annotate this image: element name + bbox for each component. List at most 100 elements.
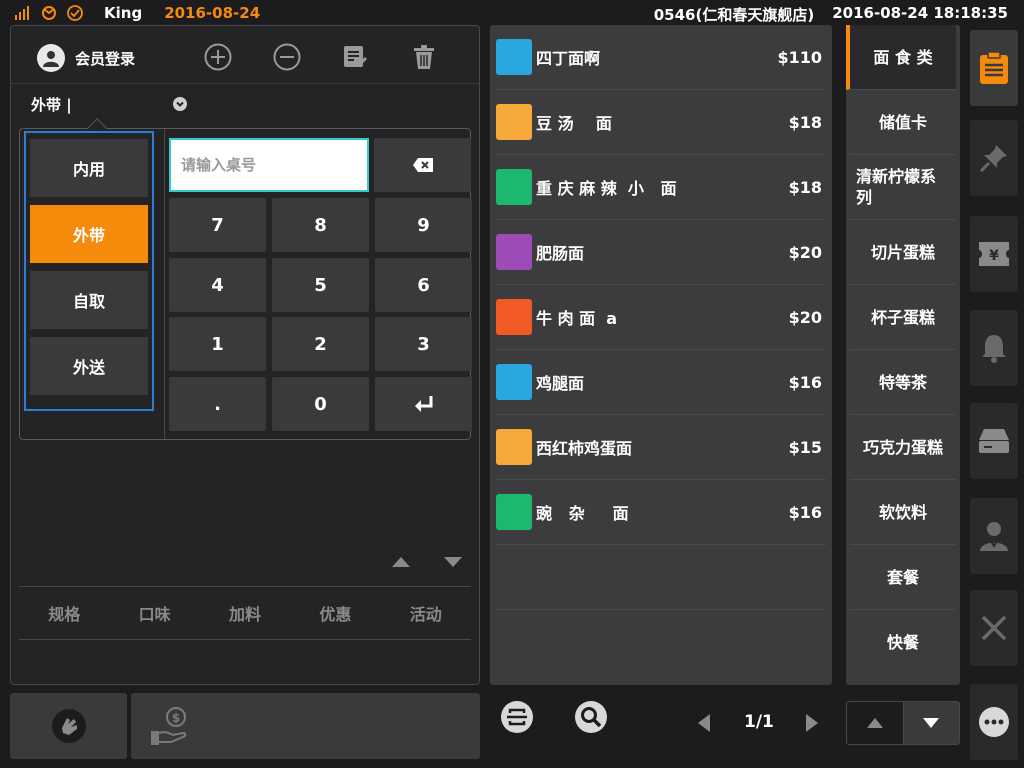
store-name: 0546(仁和春天旗舰店) xyxy=(653,6,815,24)
close-button[interactable] xyxy=(970,590,1018,666)
product-grid: 四丁面啊 $110 豆 汤 面 $18 重 庆 麻 辣 小 面 $18 肥肠面 … xyxy=(490,25,832,685)
product-name: 鸡腿面 xyxy=(536,374,585,393)
product-color-swatch xyxy=(496,234,532,270)
pin-button[interactable] xyxy=(970,120,1018,196)
order-type-dine-in[interactable]: 内用 xyxy=(30,139,148,197)
category-item[interactable]: 特等茶 xyxy=(850,350,956,415)
product-price: $20 xyxy=(788,307,822,327)
category-list: 面 食 类 储值卡 清新柠檬系列 切片蛋糕 杯子蛋糕 特等茶 巧克力蛋糕 软饮料… xyxy=(846,25,960,685)
order-type-pickup[interactable]: 自取 xyxy=(30,271,148,329)
product-color-swatch xyxy=(496,39,532,75)
product-name: 豆 汤 面 xyxy=(536,114,612,133)
pay-button[interactable]: $ xyxy=(131,693,480,759)
product-item[interactable]: 肥肠面 $20 xyxy=(496,220,826,285)
caret-up-icon xyxy=(866,718,883,728)
category-down-button[interactable] xyxy=(903,702,959,744)
clipboard-icon xyxy=(980,51,1008,84)
next-page-icon[interactable] xyxy=(804,713,820,733)
product-item[interactable]: 重 庆 麻 辣 小 面 $18 xyxy=(496,155,826,220)
scan-button[interactable] xyxy=(500,700,534,734)
key-4[interactable]: 4 xyxy=(169,258,266,312)
order-type-takeout[interactable]: 外带 xyxy=(30,205,148,263)
category-item[interactable]: 杯子蛋糕 xyxy=(850,285,956,350)
key-2[interactable]: 2 xyxy=(272,317,369,371)
product-name: 重 庆 麻 辣 小 面 xyxy=(536,179,677,198)
key-6[interactable]: 6 xyxy=(375,258,472,312)
hand-wave-icon xyxy=(51,709,86,743)
category-item[interactable]: 面 食 类 xyxy=(846,25,956,90)
category-item[interactable]: 切片蛋糕 xyxy=(850,220,956,285)
category-item[interactable]: 套餐 xyxy=(850,545,956,610)
trash-icon xyxy=(414,45,434,69)
product-price: $20 xyxy=(788,242,822,262)
add-button[interactable] xyxy=(203,42,233,72)
order-type-list: 内用 外带 自取 外送 xyxy=(24,131,154,411)
product-name: 牛 肉 面 a xyxy=(536,309,618,328)
product-price: $15 xyxy=(788,437,822,457)
product-name: 肥肠面 xyxy=(536,244,585,263)
product-color-swatch xyxy=(496,429,532,465)
key-9[interactable]: 9 xyxy=(375,198,472,252)
product-item[interactable]: 西红柿鸡蛋面 $15 xyxy=(496,415,826,480)
key-0[interactable]: 0 xyxy=(272,377,369,431)
category-up-button[interactable] xyxy=(847,702,904,744)
chevron-down-icon xyxy=(173,97,187,111)
notification-button[interactable] xyxy=(970,310,1018,386)
enter-key[interactable] xyxy=(375,377,472,431)
table-number-input[interactable]: 请输入桌号 xyxy=(169,138,369,192)
order-mode-select[interactable]: 外带 | xyxy=(31,94,191,115)
member-login-button[interactable]: 会员登录 xyxy=(37,44,135,72)
scroll-up-icon[interactable] xyxy=(389,554,413,570)
key-7[interactable]: 7 xyxy=(169,198,266,252)
tab-flavor[interactable]: 口味 xyxy=(139,601,171,625)
order-menu-button[interactable] xyxy=(970,30,1018,106)
tab-discount[interactable]: 优惠 xyxy=(319,601,351,625)
category-item[interactable]: 软饮料 xyxy=(850,480,956,545)
member-login-label: 会员登录 xyxy=(75,49,136,68)
key-dot[interactable]: . xyxy=(169,377,266,431)
product-color-swatch xyxy=(496,169,532,205)
search-button[interactable] xyxy=(574,700,608,734)
staff-icon xyxy=(980,522,1008,551)
cash-drawer-button[interactable] xyxy=(970,403,1018,479)
product-item[interactable]: 豌 杂 面 $16 xyxy=(496,480,826,545)
prev-page-icon[interactable] xyxy=(696,713,712,733)
remove-button[interactable] xyxy=(272,42,302,72)
svg-text:¥: ¥ xyxy=(989,248,999,264)
key-3[interactable]: 3 xyxy=(375,317,472,371)
backspace-key[interactable] xyxy=(374,138,471,192)
order-type-delivery[interactable]: 外送 xyxy=(30,337,148,395)
category-item[interactable]: 巧克力蛋糕 xyxy=(850,415,956,480)
coupon-button[interactable]: ¥ xyxy=(970,216,1018,292)
edit-note-button[interactable] xyxy=(340,42,370,72)
tab-addons[interactable]: 加料 xyxy=(229,601,261,625)
product-item[interactable]: 豆 汤 面 $18 xyxy=(496,90,826,155)
pin-icon xyxy=(979,145,1007,173)
plus-circle-icon xyxy=(204,43,232,71)
cash-drawer-icon xyxy=(979,429,1009,453)
product-name: 豌 杂 面 xyxy=(536,504,629,523)
item-options-tabs: 规格 口味 加料 优惠 活动 xyxy=(19,586,471,640)
tab-promotion[interactable]: 活动 xyxy=(410,601,442,625)
product-item[interactable]: 牛 肉 面 a $20 xyxy=(496,285,826,350)
category-item[interactable]: 储值卡 xyxy=(850,90,956,155)
product-item[interactable]: 四丁面啊 $110 xyxy=(496,25,826,90)
cash-hand-icon: $ xyxy=(151,707,187,745)
empty-product-slot xyxy=(496,545,826,610)
key-5[interactable]: 5 xyxy=(272,258,369,312)
more-button[interactable] xyxy=(970,684,1018,760)
staff-button[interactable] xyxy=(970,498,1018,574)
empty-product-slot xyxy=(496,610,826,675)
bell-icon xyxy=(982,335,1006,363)
category-item[interactable]: 清新柠檬系列 xyxy=(850,155,956,220)
product-price: $18 xyxy=(788,177,822,197)
key-8[interactable]: 8 xyxy=(272,198,369,252)
greeting-button[interactable] xyxy=(10,693,127,759)
scroll-down-icon[interactable] xyxy=(441,554,465,570)
key-1[interactable]: 1 xyxy=(169,317,266,371)
product-item[interactable]: 鸡腿面 $16 xyxy=(496,350,826,415)
category-item[interactable]: 快餐 xyxy=(850,610,956,675)
product-name: 四丁面啊 xyxy=(536,49,601,68)
tab-spec[interactable]: 规格 xyxy=(48,601,80,625)
delete-button[interactable] xyxy=(409,42,439,72)
